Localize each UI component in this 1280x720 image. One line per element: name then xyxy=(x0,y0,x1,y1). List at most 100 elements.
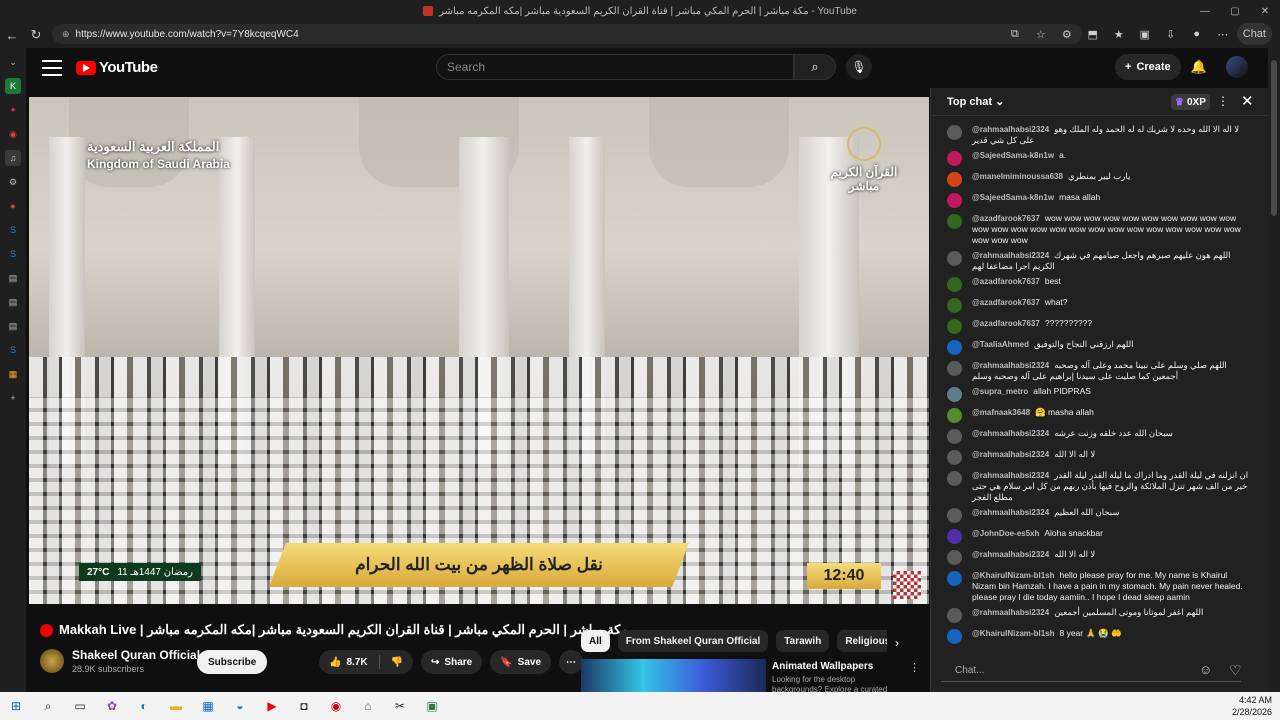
folder-icon[interactable]: ▤ xyxy=(5,270,21,286)
chip-tarawih[interactable]: Tarawih xyxy=(776,630,830,652)
audio-icon[interactable]: ♫ xyxy=(5,150,21,166)
emoji-icon[interactable]: ☺ xyxy=(1199,662,1212,677)
more-menu-icon[interactable]: ⋯ xyxy=(1211,23,1235,45)
app-icon-grid[interactable]: ▦ xyxy=(5,366,21,382)
recommendation-thumbnail[interactable] xyxy=(581,659,766,692)
app-icon-drive[interactable]: ⌂ xyxy=(352,692,384,720)
share-button[interactable]: ↪ Share xyxy=(421,650,483,674)
chat-author[interactable]: @KhairulNizam-bl1sh xyxy=(972,571,1054,580)
youtube-app-icon[interactable]: ▶ xyxy=(256,692,288,720)
url-field[interactable]: ⊕ https://www.youtube.com/watch?v=7Y8kcq… xyxy=(52,24,1082,44)
minimize-icon[interactable]: — xyxy=(1190,0,1220,22)
chat-author[interactable]: @SajeedSama-k8n1w xyxy=(972,193,1054,202)
windows-start-icon[interactable]: ⊞ xyxy=(0,692,32,720)
youtube-logo[interactable]: YouTube xyxy=(76,59,158,76)
chat-author[interactable]: @JohnDoe-es5xh xyxy=(972,529,1039,538)
create-button[interactable]: + Create xyxy=(1115,54,1181,80)
chat-avatar[interactable] xyxy=(947,571,962,586)
scrollbar-thumb[interactable] xyxy=(1271,60,1277,216)
chat-avatar[interactable] xyxy=(947,251,962,266)
search-input[interactable]: Search xyxy=(436,54,794,80)
search-button[interactable]: ⌕ xyxy=(794,54,836,80)
close-chat-icon[interactable]: ✕ xyxy=(1241,92,1254,110)
chat-author[interactable]: @rahmaalhabsi2324 xyxy=(972,471,1049,480)
more-actions-button[interactable]: ⋯ xyxy=(559,650,584,674)
notifications-bell-icon[interactable]: 🔔 xyxy=(1188,56,1210,78)
chat-avatar[interactable] xyxy=(947,408,962,423)
bookmark-star-icon[interactable]: ☆ xyxy=(1029,23,1053,45)
app-icon-red[interactable]: ● xyxy=(5,198,21,214)
chip-religious[interactable]: Religious recitat xyxy=(837,630,887,652)
chat-avatar[interactable] xyxy=(947,151,962,166)
save-button[interactable]: 🔖 Save xyxy=(490,650,552,674)
edge-dev-icon[interactable]: ◒ xyxy=(224,692,256,720)
chat-author[interactable]: @azadfarook7637 xyxy=(972,214,1040,223)
chip-all[interactable]: All xyxy=(581,630,610,652)
chat-avatar[interactable] xyxy=(947,608,962,623)
system-clock[interactable]: 4:42 AM 2/28/2026 xyxy=(1232,694,1272,718)
subscribe-button[interactable]: Subscribe xyxy=(197,650,268,674)
app-icon-blue-s[interactable]: S xyxy=(5,222,21,238)
chat-avatar[interactable] xyxy=(947,387,962,402)
more-vert-icon[interactable]: ⋮ xyxy=(909,661,920,674)
chat-avatar[interactable] xyxy=(947,193,962,208)
back-icon[interactable]: ← xyxy=(0,23,24,47)
app-icon-video[interactable]: ◘ xyxy=(288,692,320,720)
favorites-icon[interactable]: ★ xyxy=(1107,23,1131,45)
chevron-right-icon[interactable]: › xyxy=(895,636,899,650)
collections-icon[interactable]: ▣ xyxy=(1133,23,1157,45)
chat-author[interactable]: @rahmaalhabsi2324 xyxy=(972,508,1049,517)
chat-avatar[interactable] xyxy=(947,298,962,313)
chat-avatar[interactable] xyxy=(947,214,962,229)
chat-author[interactable]: @TaaliaAhmed xyxy=(972,340,1029,349)
recommendation-item[interactable]: Animated Wallpapers Looking for the desk… xyxy=(581,659,921,694)
folder-icon-3[interactable]: ▤ xyxy=(5,318,21,334)
chat-author[interactable]: @mafnaak3648 xyxy=(972,408,1030,417)
chat-author[interactable]: @rahmaalhabsi2324 xyxy=(972,251,1049,260)
settings-icon[interactable]: ⚙ xyxy=(5,174,21,190)
task-view-icon[interactable]: ▭ xyxy=(64,692,96,720)
chat-avatar[interactable] xyxy=(947,550,962,565)
channel-name[interactable]: Shakeel Quran Official xyxy=(72,648,200,662)
close-window-icon[interactable]: ✕ xyxy=(1250,0,1280,22)
chat-avatar[interactable] xyxy=(947,361,962,376)
reload-icon[interactable]: ↻ xyxy=(24,23,48,47)
chat-avatar[interactable] xyxy=(947,340,962,355)
video-player[interactable]: المملكة العربية السعودية Kingdom of Saud… xyxy=(29,97,929,604)
heart-icon[interactable]: ♡ xyxy=(1229,662,1242,679)
edge-icon[interactable]: ◐ xyxy=(128,692,160,720)
file-explorer-icon[interactable]: ▬ xyxy=(160,692,192,720)
chat-author[interactable]: @rahmaalhabsi2324 xyxy=(972,550,1049,559)
profile-icon[interactable]: ● xyxy=(1185,23,1209,45)
chat-avatar[interactable] xyxy=(947,172,962,187)
record-icon[interactable]: ◉ xyxy=(5,126,21,142)
folder-icon-2[interactable]: ▤ xyxy=(5,294,21,310)
chat-avatar[interactable] xyxy=(947,508,962,523)
chat-author[interactable]: @rahmaalhabsi2324 xyxy=(972,608,1049,617)
chat-author[interactable]: @supra_metro xyxy=(972,387,1028,396)
recommendation-title[interactable]: Animated Wallpapers xyxy=(772,661,873,672)
chat-avatar[interactable] xyxy=(947,429,962,444)
chat-author[interactable]: @KhairulNizam-bl1sh xyxy=(972,629,1054,638)
app-icon-green[interactable]: K xyxy=(5,78,21,94)
chip-from-channel[interactable]: From Shakeel Quran Official xyxy=(617,630,769,652)
search-icon[interactable]: ⌕ xyxy=(32,692,64,720)
app-icon-capcut[interactable]: ✂ xyxy=(384,692,416,720)
app-icon-media[interactable]: ◉ xyxy=(320,692,352,720)
chat-avatar[interactable] xyxy=(947,277,962,292)
chat-author[interactable]: @rahmaalhabsi2324 xyxy=(972,125,1049,134)
thumbs-down-icon[interactable]: 👎 xyxy=(391,657,403,668)
chat-author[interactable]: @azadfarook7637 xyxy=(972,277,1040,286)
chat-author[interactable]: @manelmiminoussa638 xyxy=(972,172,1063,181)
store-icon[interactable]: ▦ xyxy=(192,692,224,720)
copilot-icon[interactable]: ✿ xyxy=(96,692,128,720)
copilot-chat-button[interactable]: Chat xyxy=(1236,23,1272,45)
app-icon-blue-s2[interactable]: S xyxy=(5,246,21,262)
page-scrollbar[interactable] xyxy=(1268,48,1280,692)
chat-author[interactable]: @azadfarook7637 xyxy=(972,319,1040,328)
chevron-down-icon[interactable]: ⌄ xyxy=(5,54,21,70)
maximize-icon[interactable]: ▢ xyxy=(1220,0,1250,22)
split-screen-icon[interactable]: ⬒ xyxy=(1081,23,1105,45)
chat-avatar[interactable] xyxy=(947,471,962,486)
hamburger-menu-icon[interactable] xyxy=(42,58,62,78)
